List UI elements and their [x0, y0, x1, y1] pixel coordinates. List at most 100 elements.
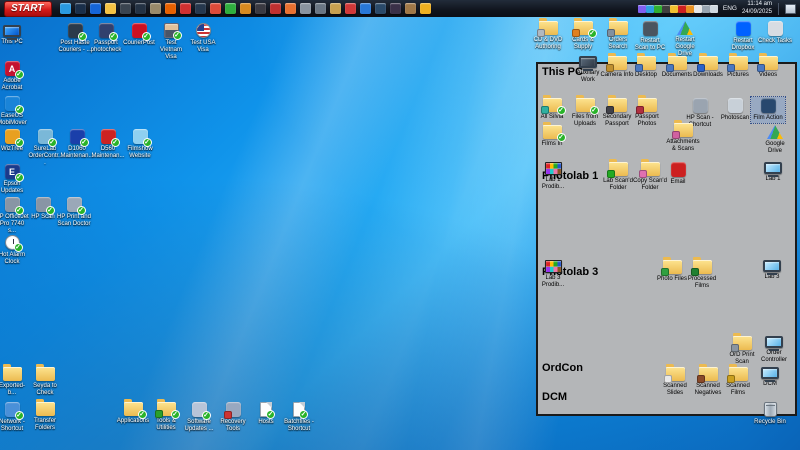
overlay-badge-icon [727, 375, 735, 383]
icon-scanned-negatives[interactable]: Scanned Negatives [691, 366, 725, 398]
icon-documents[interactable]: Documents [660, 55, 694, 80]
icon-label: Photo Files [657, 276, 687, 283]
icon-lab-1-prodib[interactable]: Lab 1 Prodib... [536, 161, 570, 192]
icon-email[interactable]: Email [661, 161, 695, 187]
icon-film-action[interactable]: Film Action [751, 97, 785, 123]
icon-desktop[interactable]: Desktop [629, 55, 663, 80]
overlay-badge-icon [757, 64, 765, 72]
icon-videos[interactable]: Videos [751, 55, 785, 80]
download-manager-icon[interactable] [225, 3, 236, 14]
icon-label: Lab Scan'd Folder [601, 178, 635, 192]
icon-lab-1[interactable]: Lab 1 [756, 161, 790, 184]
icon-lab-3-prodib[interactable]: Lab 3 Prodib... [536, 259, 570, 290]
taskbar: START ENG 11:14 am 24/09/2025 [0, 0, 800, 17]
word-processor-icon[interactable] [135, 3, 146, 14]
desktop-screen: START ENG 11:14 am 24/09/2025 This PCPho… [0, 0, 800, 450]
tray-separator [778, 3, 779, 15]
globe-gold-icon[interactable] [330, 3, 341, 14]
tray-dark-app-icon[interactable] [662, 5, 670, 13]
icon-ord-print-scan[interactable]: OrD Print Scan [725, 335, 759, 367]
paint-app-icon[interactable] [180, 3, 191, 14]
icon-pictures[interactable]: Pictures [721, 55, 755, 80]
scanner-app-icon[interactable] [375, 3, 386, 14]
icon-label: Documents [662, 72, 692, 79]
overlay-badge-icon [691, 268, 699, 276]
tray-speaker-icon[interactable] [710, 5, 718, 13]
icon-scanned-films[interactable]: Scanned Films [721, 366, 755, 398]
icon-photo-files[interactable]: Photo Files [655, 259, 689, 284]
icon-scanned-slides[interactable]: Scanned Slides [658, 366, 692, 398]
icon-passport-photos[interactable]: Passport Photos [630, 97, 664, 129]
photoshop-app-icon[interactable] [360, 3, 371, 14]
icon-label: Films In [542, 141, 563, 148]
start-button[interactable]: START [4, 1, 52, 17]
tray-orange-key-icon[interactable] [686, 5, 694, 13]
icon-photoscan[interactable]: Photoscan [718, 97, 752, 123]
overlay-badge-icon [541, 106, 549, 114]
icon-secondary-passport[interactable]: Secondary Passport [600, 97, 634, 129]
icon-label: Downloads [693, 72, 723, 79]
icon-label: All Silvia [541, 114, 564, 121]
icon-label: DCM [763, 381, 777, 388]
tray-red-app-icon[interactable] [678, 5, 686, 13]
overlay-badge-icon [697, 64, 705, 72]
sync-check-icon: ✓ [557, 133, 566, 142]
star-app-icon[interactable] [420, 3, 431, 14]
icon-downloads[interactable]: Downloads [691, 55, 725, 80]
meter-app-icon[interactable] [270, 3, 281, 14]
overlay-badge-icon [635, 64, 643, 72]
icon-label: Pictures [727, 72, 749, 79]
tray-drive-icon[interactable] [670, 5, 678, 13]
photo-camera-icon[interactable] [315, 3, 326, 14]
file-explorer-icon[interactable] [105, 3, 116, 14]
icon-films-in[interactable]: ✓ Films In [535, 124, 569, 149]
overlay-badge-icon [697, 375, 705, 383]
icon-google-drive[interactable]: Google Drive [758, 124, 792, 156]
wallet-app-icon[interactable] [300, 3, 311, 14]
tray-green-sync-icon[interactable] [654, 5, 662, 13]
taskbar-clock[interactable]: 11:14 am 24/09/2025 [742, 1, 772, 15]
internet-globe-icon[interactable] [90, 3, 101, 14]
notification-area-icon[interactable] [785, 4, 796, 14]
flame-app-icon[interactable] [285, 3, 296, 14]
bird-app-icon[interactable] [405, 3, 416, 14]
icon-label: Order Controller [757, 350, 791, 364]
tray-display-icon[interactable] [702, 5, 710, 13]
icon-label: Lab 3 [764, 274, 779, 281]
icon-label: Google Drive [758, 141, 792, 155]
icon-dcm[interactable]: DCM [753, 366, 787, 389]
bank-app-icon[interactable] [150, 3, 161, 14]
icon-files-from-uploads[interactable]: ✓ Files from Uploads [568, 97, 602, 129]
clock-time: 11:14 am [742, 1, 772, 8]
taskbar-app-icons [58, 3, 433, 14]
icon-label: Videos [759, 72, 777, 79]
overlay-badge-icon [727, 64, 735, 72]
icon-label: Passport Photos [630, 114, 664, 128]
overlay-badge-icon [666, 64, 674, 72]
media-app-icon[interactable] [195, 3, 206, 14]
security-shield-icon[interactable] [240, 3, 251, 14]
language-indicator[interactable]: ENG [723, 5, 737, 12]
icon-order-controller[interactable]: Order Controller [757, 335, 791, 365]
edge-browser-icon[interactable] [60, 3, 71, 14]
firefox-browser-icon[interactable] [165, 3, 176, 14]
icon-processed-films[interactable]: Processed Films [685, 259, 719, 291]
camera-app-icon[interactable] [255, 3, 266, 14]
settings-gear-icon[interactable] [390, 3, 401, 14]
chrome-browser-icon[interactable] [210, 3, 221, 14]
icon-label: Email [670, 179, 685, 186]
tray-blue-app-icon[interactable] [646, 5, 654, 13]
sync-check-icon: ✓ [557, 106, 566, 115]
tray-cursor-icon[interactable] [694, 5, 702, 13]
tray-purple-app-icon[interactable] [638, 5, 646, 13]
remote-desktop-icon[interactable] [75, 3, 86, 14]
icon-lab-scan-d-folder[interactable]: Lab Scan'd Folder [601, 161, 635, 193]
icon-label: Processed Films [685, 276, 719, 290]
photo-viewer-icon[interactable] [120, 3, 131, 14]
icon-attachments-scans[interactable]: Attachments & Scans [666, 122, 700, 154]
antivirus-shield-icon[interactable] [345, 3, 356, 14]
icon-label: Secondary Passport [600, 114, 634, 128]
icon-lab-3[interactable]: Lab 3 [755, 259, 789, 282]
icon-label: Lab 1 Prodib... [536, 177, 570, 191]
icon-all-silvia[interactable]: ✓ All Silvia [535, 97, 569, 122]
